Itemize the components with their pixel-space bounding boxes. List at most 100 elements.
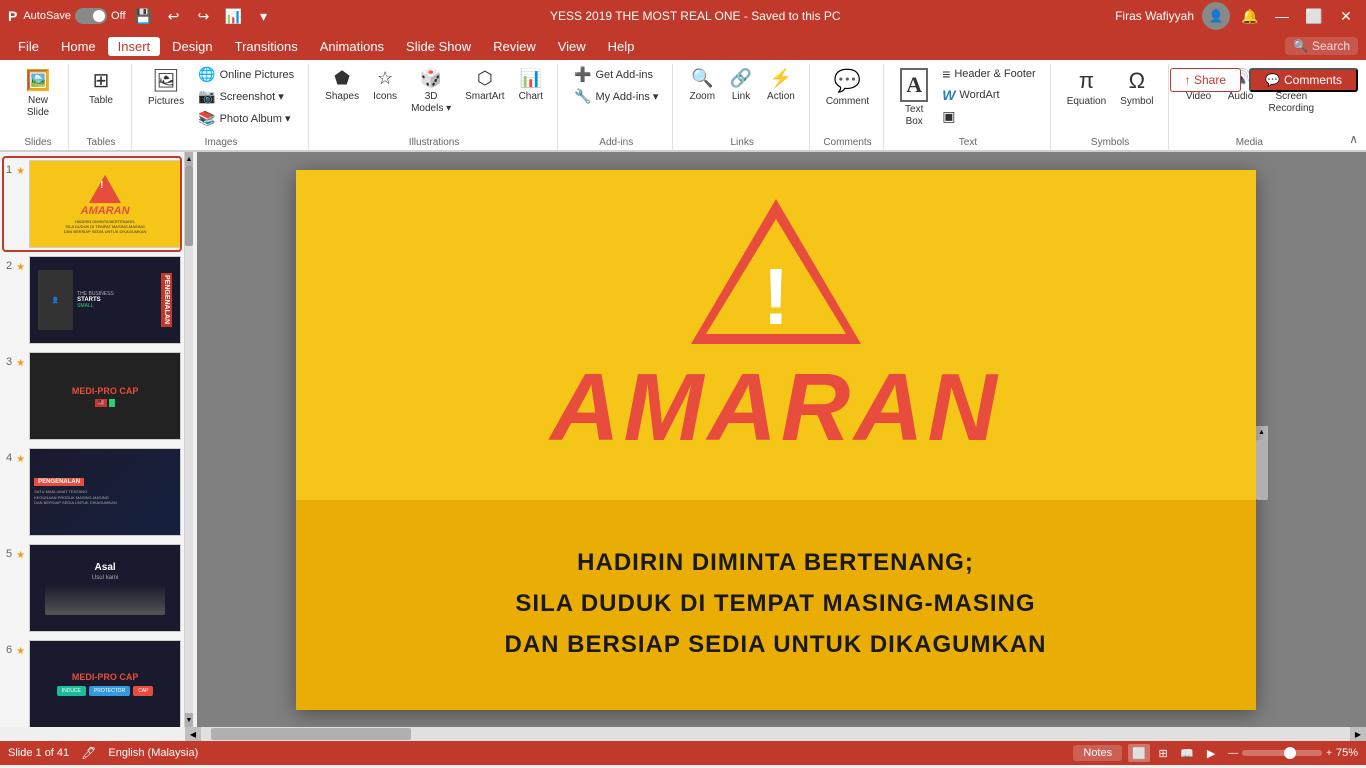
menu-view[interactable]: View [548, 37, 596, 56]
comments-btn-label: Comments [1284, 73, 1342, 87]
ribbon-group-illustrations-items: ⬟ Shapes ☆ Icons 🎲 3DModels ▾ ⬡ SmartArt… [319, 64, 549, 133]
slide-item-4[interactable]: 4 ★ PENGENALAN SATU MAKLUMAT TENTANGKEGU… [4, 446, 180, 538]
slide-canvas[interactable]: ! AMARAN HADIRIN DIMINTA BERTENANG; SILA… [296, 170, 1256, 710]
get-addins-button[interactable]: ➕ Get Add-ins [568, 64, 664, 85]
restore-button[interactable]: ⬜ [1302, 4, 1326, 28]
new-slide-button[interactable]: 🖼️ NewSlide [16, 64, 60, 123]
canvas-scrollbar-right[interactable]: ▲ ▼ [1256, 426, 1268, 454]
h-scroll-thumb[interactable] [211, 728, 411, 740]
search-label: Search [1312, 39, 1350, 53]
symbol-button[interactable]: Ω Symbol [1114, 64, 1159, 112]
smartart-button[interactable]: ⬡ SmartArt [459, 64, 510, 107]
my-addins-icon: 🔧 [574, 88, 591, 105]
slide-scroll-thumb[interactable] [185, 166, 193, 246]
action-button[interactable]: ⚡ Action [761, 64, 801, 107]
ribbon-group-text: A TextBox ≡ Header & Footer W WordArt ▣ [886, 64, 1051, 150]
notes-button[interactable]: Notes [1073, 745, 1122, 761]
ribbon-collapse-button[interactable]: ∧ [1349, 132, 1358, 146]
slide-top-area: ! AMARAN [296, 170, 1256, 480]
comments-group-label: Comments [823, 133, 871, 150]
zoom-out-button[interactable]: — [1228, 748, 1238, 759]
redo-button[interactable]: ↪ [192, 4, 216, 28]
menu-help[interactable]: Help [598, 37, 645, 56]
reading-view-button[interactable]: 📖 [1176, 744, 1198, 762]
menu-design[interactable]: Design [162, 37, 222, 56]
textbox-button[interactable]: A TextBox [894, 64, 934, 132]
3d-models-button[interactable]: 🎲 3DModels ▾ [405, 64, 457, 119]
close-button[interactable]: ✕ [1334, 4, 1358, 28]
header-footer-button[interactable]: ≡ Header & Footer [936, 64, 1042, 84]
slide-item-6[interactable]: 6 ★ MEDI-PRO CAP INDUCE PROTECTOR CAP [4, 638, 180, 727]
slide-item-2[interactable]: 2 ★ 👤 THE BUSINESS STARTS SMALL [4, 254, 180, 346]
share-button[interactable]: ↑ Share [1170, 68, 1241, 92]
slide-star-6: ★ [16, 646, 25, 657]
shapes-button[interactable]: ⬟ Shapes [319, 64, 365, 107]
my-addins-button[interactable]: 🔧 My Add-ins ▾ [568, 86, 664, 107]
shapes-label: Shapes [325, 91, 359, 103]
pictures-button[interactable]: 🖼 Pictures [142, 64, 190, 112]
slide-item-5[interactable]: 5 ★ Asal Usul kami [4, 542, 180, 634]
zoom-slider[interactable] [1242, 750, 1322, 756]
slide-num-5: 5 [6, 548, 12, 560]
photo-album-button[interactable]: 📚 Photo Album ▾ [192, 108, 300, 129]
save-button[interactable]: 💾 [132, 4, 156, 28]
search-box[interactable]: 🔍 Search [1285, 37, 1358, 55]
symbol-label: Symbol [1120, 96, 1153, 108]
view-buttons: ⬜ ⊞ 📖 ▶ [1128, 744, 1222, 762]
slide-panel-scrollbar[interactable]: ▲ ▼ [185, 152, 193, 727]
presentation-mode-button[interactable]: 📊 [222, 4, 246, 28]
slide-scroll-up[interactable]: ▲ [185, 152, 193, 166]
menu-file[interactable]: File [8, 37, 49, 56]
slide-thumb-5: Asal Usul kami [29, 544, 181, 632]
undo-button[interactable]: ↩ [162, 4, 186, 28]
menu-insert[interactable]: Insert [108, 37, 161, 56]
ribbon-group-addins-items: ➕ Get Add-ins 🔧 My Add-ins ▾ [568, 64, 664, 133]
slide-star-2: ★ [16, 262, 25, 273]
slide-num-1: 1 [6, 164, 12, 176]
ribbon-group-tables: ⊞ Table Tables [71, 64, 132, 150]
presentation-view-button[interactable]: ▶ [1200, 744, 1222, 762]
normal-view-button[interactable]: ⬜ [1128, 744, 1150, 762]
menu-slideshow[interactable]: Slide Show [396, 37, 481, 56]
tables-group-label: Tables [87, 133, 116, 150]
slide-item-3[interactable]: 3 ★ MEDI-PRO CAP 🇲🇾 [4, 350, 180, 442]
smartart-label: SmartArt [465, 91, 504, 103]
comment-icon: 💬 [834, 68, 861, 94]
h-scroll-right[interactable]: ▶ [1350, 727, 1366, 741]
get-addins-label: Get Add-ins [595, 69, 652, 81]
menu-home[interactable]: Home [51, 37, 106, 56]
comments-button[interactable]: 💬 Comments [1249, 68, 1358, 92]
screenshot-button[interactable]: 📷 Screenshot ▾ [192, 86, 300, 107]
canvas-scroll-up[interactable]: ▲ [1256, 426, 1268, 440]
chart-button[interactable]: 📊 Chart [513, 64, 549, 107]
zoom-thumb[interactable] [1284, 747, 1296, 759]
autosave-toggle[interactable]: AutoSave Off [23, 8, 125, 24]
icons-button[interactable]: ☆ Icons [367, 64, 403, 107]
table-label: Table [89, 95, 113, 107]
slide-item-1[interactable]: 1 ★ ! AMARAN HADIRIN DIMINTA BERTENANG;S… [4, 158, 180, 250]
table-button[interactable]: ⊞ Table [79, 64, 123, 111]
zoom-button[interactable]: 🔍 Zoom [683, 64, 721, 107]
document-title: YESS 2019 THE MOST REAL ONE - Saved to t… [276, 9, 1116, 23]
wordart-button[interactable]: W WordArt [936, 85, 1042, 105]
customize-qat-button[interactable]: ▾ [252, 4, 276, 28]
autosave-switch[interactable] [75, 8, 107, 24]
ribbon-content: 🖼️ NewSlide Slides ⊞ Table Tables 🖼 Pict [0, 60, 1366, 150]
h-scroll-left[interactable]: ◀ [185, 727, 201, 741]
avatar[interactable]: 👤 [1202, 2, 1230, 30]
online-pictures-button[interactable]: 🌐 Online Pictures [192, 64, 300, 85]
slide-scroll-down[interactable]: ▼ [185, 713, 193, 727]
zoom-in-button[interactable]: + [1326, 748, 1332, 759]
ribbon-display-button[interactable]: 🔔 [1238, 4, 1262, 28]
menu-transitions[interactable]: Transitions [225, 37, 308, 56]
menu-review[interactable]: Review [483, 37, 546, 56]
text-extra-button[interactable]: ▣ [936, 106, 1042, 127]
link-button[interactable]: 🔗 Link [723, 64, 759, 107]
equation-button[interactable]: π Equation [1061, 64, 1112, 112]
canvas-scroll-thumb[interactable] [1256, 440, 1268, 500]
slide-sorter-button[interactable]: ⊞ [1152, 744, 1174, 762]
menu-animations[interactable]: Animations [310, 37, 394, 56]
comment-button[interactable]: 💬 Comment [820, 64, 875, 112]
autosave-label: AutoSave [23, 10, 71, 22]
minimize-button[interactable]: — [1270, 4, 1294, 28]
